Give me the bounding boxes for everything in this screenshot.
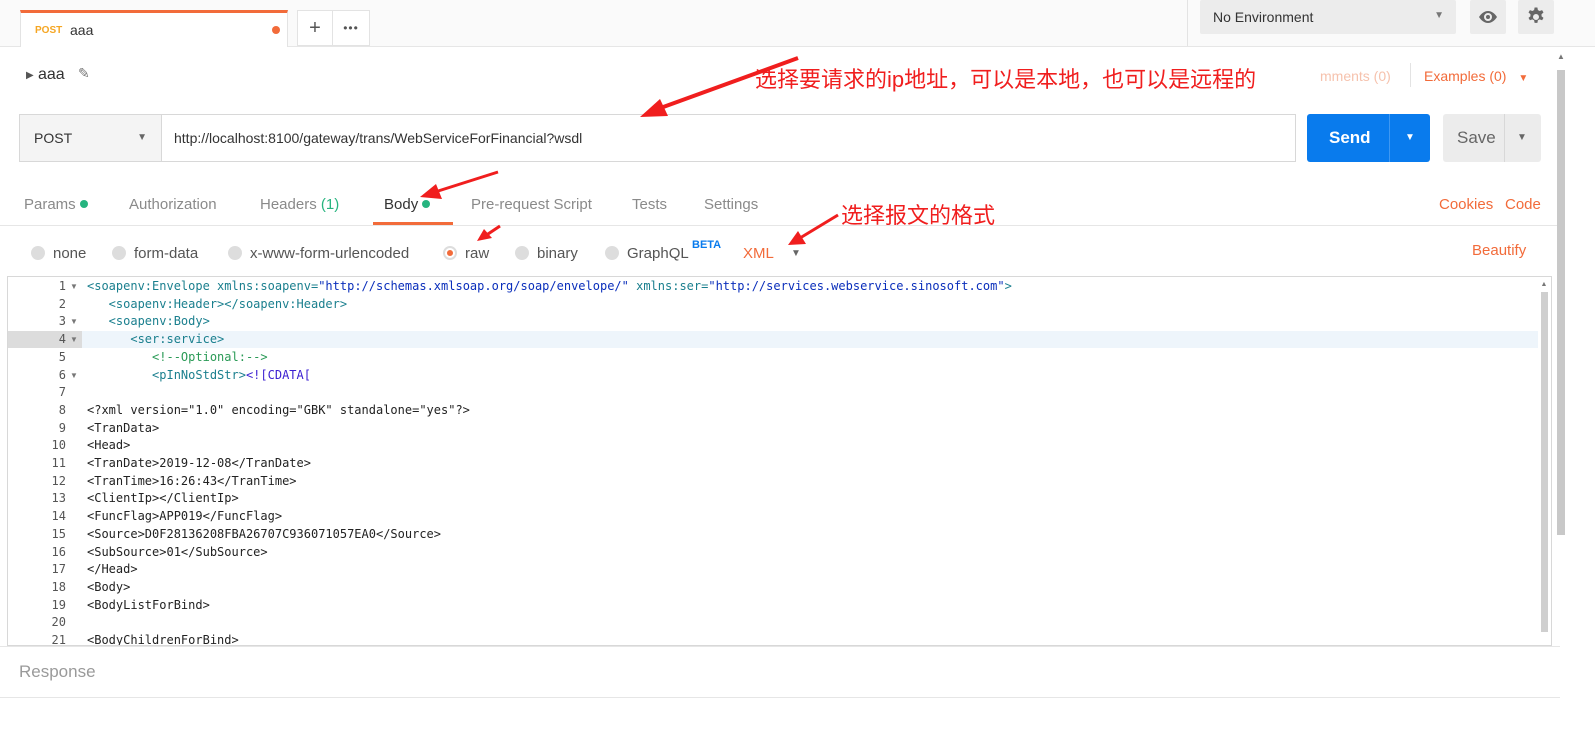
annotation-arrow-format-head [788,231,806,245]
annotation-arrow-body-head [420,184,442,199]
annotation-arrow-format [799,213,839,240]
annotation-arrow-url [654,56,799,112]
annotation-arrow-url-head [640,99,668,117]
annotation-arrow-body [434,170,499,194]
annotation-arrow-raw-head [477,229,492,241]
annotation-arrows [420,56,839,245]
